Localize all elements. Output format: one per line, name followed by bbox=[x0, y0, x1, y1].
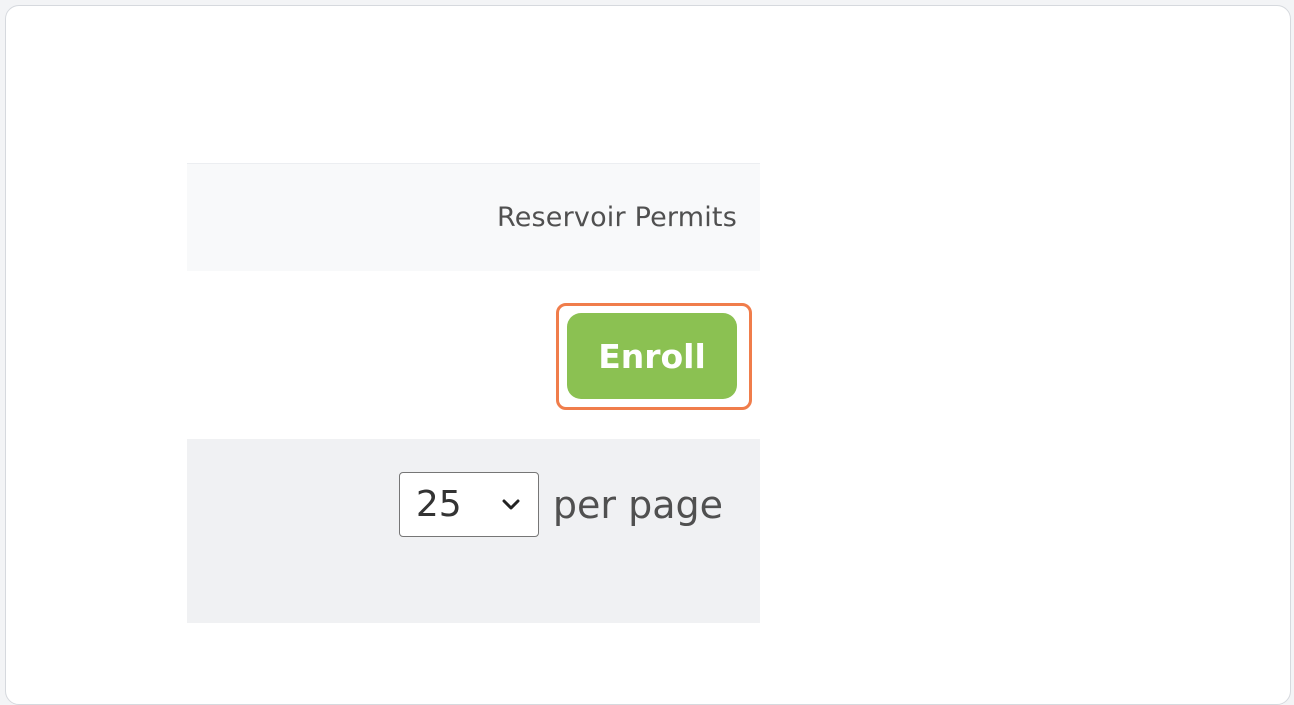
section-header: Reservoir Permits bbox=[187, 163, 760, 271]
action-row: Enroll bbox=[187, 271, 760, 439]
pagination-row: 25 per page bbox=[187, 439, 760, 623]
content-card: Reservoir Permits Enroll 25 per page bbox=[5, 5, 1291, 705]
permits-panel: Reservoir Permits Enroll 25 per page bbox=[187, 163, 760, 623]
per-page-label: per page bbox=[552, 482, 723, 527]
page-size-control: 25 per page bbox=[398, 472, 723, 537]
chevron-down-icon bbox=[500, 494, 522, 516]
page-size-select[interactable]: 25 bbox=[398, 472, 539, 537]
section-title: Reservoir Permits bbox=[496, 202, 737, 233]
enroll-button[interactable]: Enroll bbox=[567, 313, 737, 399]
page-size-value: 25 bbox=[415, 484, 462, 525]
